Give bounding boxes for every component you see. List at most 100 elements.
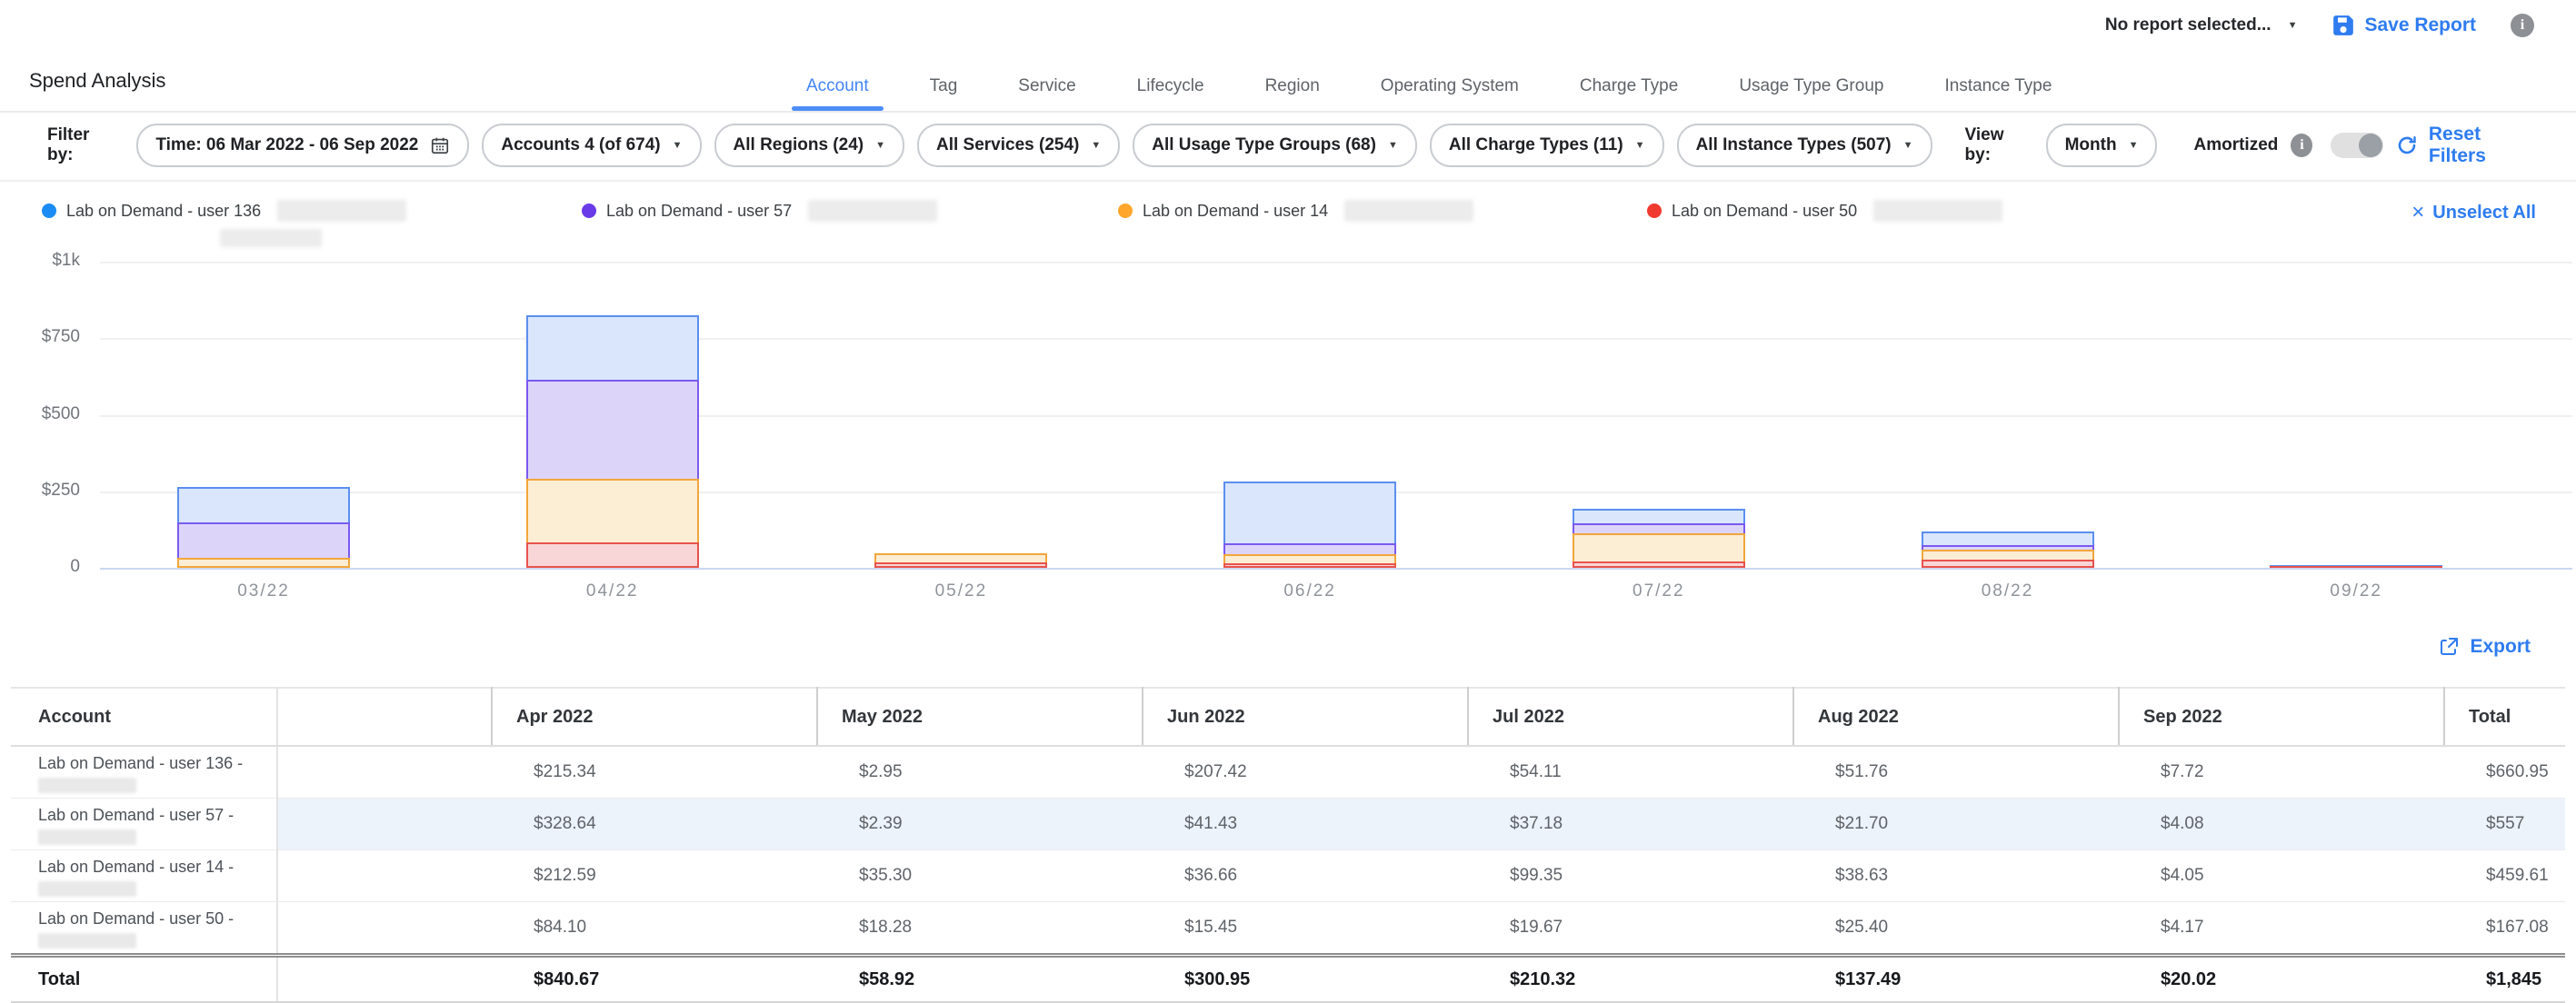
page-title: Spend Analysis xyxy=(29,69,165,93)
caret-down-icon: ▼ xyxy=(875,141,885,151)
bar-segment-blue xyxy=(1223,482,1396,545)
close-icon: × xyxy=(2411,202,2424,223)
account-cell: Lab on Demand - user 136 - xyxy=(11,746,277,799)
value-cell: $459.61 xyxy=(2444,850,2565,902)
filter-pill-all-usage-type-groups-68[interactable]: All Usage Type Groups (68)▼ xyxy=(1133,124,1417,167)
filter-pill-all-charge-types-11[interactable]: All Charge Types (11)▼ xyxy=(1430,124,1664,167)
filter-pill-all-regions-24[interactable]: All Regions (24) ▼ xyxy=(714,124,904,167)
value-cell: $4.05 xyxy=(2119,850,2444,902)
legend-item-lab-on-demand-user-14[interactable]: Lab on Demand - user 14 xyxy=(1118,200,1473,222)
account-name: Lab on Demand - user 136 - xyxy=(38,754,275,773)
spacer-cell xyxy=(277,746,492,799)
tab-charge-type[interactable]: Charge Type xyxy=(1578,76,1680,111)
export-row: Export xyxy=(0,629,2576,678)
bar-segment-red xyxy=(526,542,699,568)
info-icon[interactable]: i xyxy=(2511,14,2534,37)
legend-color-dot xyxy=(582,204,596,218)
column-header-account[interactable]: Account xyxy=(11,688,277,746)
legend-item-lab-on-demand-user-57[interactable]: Lab on Demand - user 57 xyxy=(582,200,937,222)
tabs: Account Tag Service Lifecycle Region Operatin… xyxy=(804,76,2053,111)
bar-segment-red xyxy=(2270,566,2442,568)
total-value-cell: $137.49 xyxy=(1793,956,2119,1003)
column-header-jul-2022[interactable]: Jul 2022 xyxy=(1468,688,1793,746)
unselect-all-label: Unselect All xyxy=(2432,203,2536,223)
gridline xyxy=(100,338,2572,340)
value-cell: $207.42 xyxy=(1143,746,1468,799)
value-cell: $18.28 xyxy=(817,902,1143,956)
legend-label: Lab on Demand - user 50 xyxy=(1672,202,1857,221)
total-value-cell: $210.32 xyxy=(1468,956,1793,1003)
export-button[interactable]: Export xyxy=(2438,636,2531,658)
unselect-all-button[interactable]: × Unselect All xyxy=(2411,202,2536,223)
tab-region[interactable]: Region xyxy=(1263,76,1322,111)
value-cell: $84.10 xyxy=(492,902,817,956)
reset-filters-button[interactable]: Reset Filters xyxy=(2396,124,2532,167)
value-cell: $99.35 xyxy=(1468,850,1793,902)
stacked-bar-09-22[interactable] xyxy=(2270,565,2442,568)
column-header-sep-2022[interactable]: Sep 2022 xyxy=(2119,688,2444,746)
bar-segment-blue xyxy=(526,315,699,382)
legend-color-dot xyxy=(42,204,56,218)
stacked-bar-06-22[interactable] xyxy=(1223,482,1396,568)
caret-down-icon: ▼ xyxy=(1091,141,1101,151)
stacked-bar-04-22[interactable] xyxy=(526,315,699,568)
column-header-aug-2022[interactable]: Aug 2022 xyxy=(1793,688,2119,746)
total-value-cell: $840.67 xyxy=(492,956,817,1003)
save-report-button[interactable]: Save Report xyxy=(2331,14,2476,37)
amortized-toggle[interactable] xyxy=(2331,133,2382,158)
caret-down-icon: ▼ xyxy=(673,141,683,151)
tab-tag[interactable]: Tag xyxy=(928,76,960,111)
value-cell: $35.30 xyxy=(817,850,1143,902)
redacted-text xyxy=(38,933,136,948)
stacked-bar-08-22[interactable] xyxy=(1922,531,2094,568)
legend-color-dot xyxy=(1647,204,1662,218)
time-filter-pill[interactable]: Time: 06 Mar 2022 - 06 Sep 2022 xyxy=(136,124,469,167)
view-by-pill[interactable]: Month ▼ xyxy=(2046,124,2158,167)
tab-service[interactable]: Service xyxy=(1016,76,1077,111)
title-tabs-bar: Spend Analysis Account Tag Service Lifecycl… xyxy=(0,51,2576,113)
redacted-text xyxy=(277,200,406,222)
filter-pill-all-instance-types-507[interactable]: All Instance Types (507)▼ xyxy=(1677,124,1932,167)
column-header-may-2022[interactable]: May 2022 xyxy=(817,688,1143,746)
chart-legend: Lab on Demand - user 136Lab on Demand - … xyxy=(0,180,2576,245)
filter-pill-label: All Regions (24) xyxy=(734,135,864,155)
caret-down-icon: ▼ xyxy=(1635,141,1645,151)
x-axis-tick-label: 05/22 xyxy=(897,581,1024,601)
legend-item-lab-on-demand-user-50[interactable]: Lab on Demand - user 50 xyxy=(1647,200,2002,222)
stacked-bar-03-22[interactable] xyxy=(177,487,350,568)
column-header-total[interactable]: Total xyxy=(2444,688,2565,746)
stacked-bar-05-22[interactable] xyxy=(874,553,1047,568)
x-axis-tick-label: 06/22 xyxy=(1246,581,1373,601)
value-cell: $660.95 xyxy=(2444,746,2565,799)
bar-segment-red xyxy=(1922,560,2094,568)
tab-instance-type[interactable]: Instance Type xyxy=(1942,76,2053,111)
spacer-cell xyxy=(277,850,492,902)
filter-pill-label: Accounts 4 (of 674) xyxy=(501,135,660,155)
tab-operating-system[interactable]: Operating System xyxy=(1379,76,1521,111)
filter-pill-all-services-254[interactable]: All Services (254) ▼ xyxy=(917,124,1120,167)
tab-lifecycle[interactable]: Lifecycle xyxy=(1135,76,1206,111)
redacted-text xyxy=(38,778,136,793)
stacked-bar-07-22[interactable] xyxy=(1573,509,1745,568)
amortized-info-icon[interactable]: i xyxy=(2291,134,2312,157)
gridline xyxy=(100,568,2572,570)
value-cell: $215.34 xyxy=(492,746,817,799)
value-cell: $167.08 xyxy=(2444,902,2565,956)
caret-down-icon: ▼ xyxy=(2129,141,2139,151)
y-axis-tick-label: $1k xyxy=(0,251,80,271)
tab-account[interactable]: Account xyxy=(804,76,871,111)
value-cell: $54.11 xyxy=(1468,746,1793,799)
column-header-apr-2022[interactable]: Apr 2022 xyxy=(492,688,817,746)
filter-by-label: Filter by: xyxy=(47,125,115,165)
column-header-jun-2022[interactable]: Jun 2022 xyxy=(1143,688,1468,746)
filter-pill-accounts-4-of-674[interactable]: Accounts 4 (of 674) ▼ xyxy=(482,124,701,167)
value-cell: $19.67 xyxy=(1468,902,1793,956)
tab-usage-type-group[interactable]: Usage Type Group xyxy=(1737,76,1885,111)
legend-item-lab-on-demand-user-136[interactable]: Lab on Demand - user 136 xyxy=(42,200,406,252)
x-axis-tick-label: 08/22 xyxy=(1944,581,2072,601)
filter-pill-label: All Services (254) xyxy=(936,135,1079,155)
calendar-icon xyxy=(430,135,450,155)
table-row-lab-on-demand-user-136: Lab on Demand - user 136 -$215.34$2.95$2… xyxy=(11,746,2565,799)
report-selector-dropdown[interactable]: No report selected... ▼ xyxy=(2105,15,2298,35)
bar-segment-red xyxy=(874,562,1047,568)
